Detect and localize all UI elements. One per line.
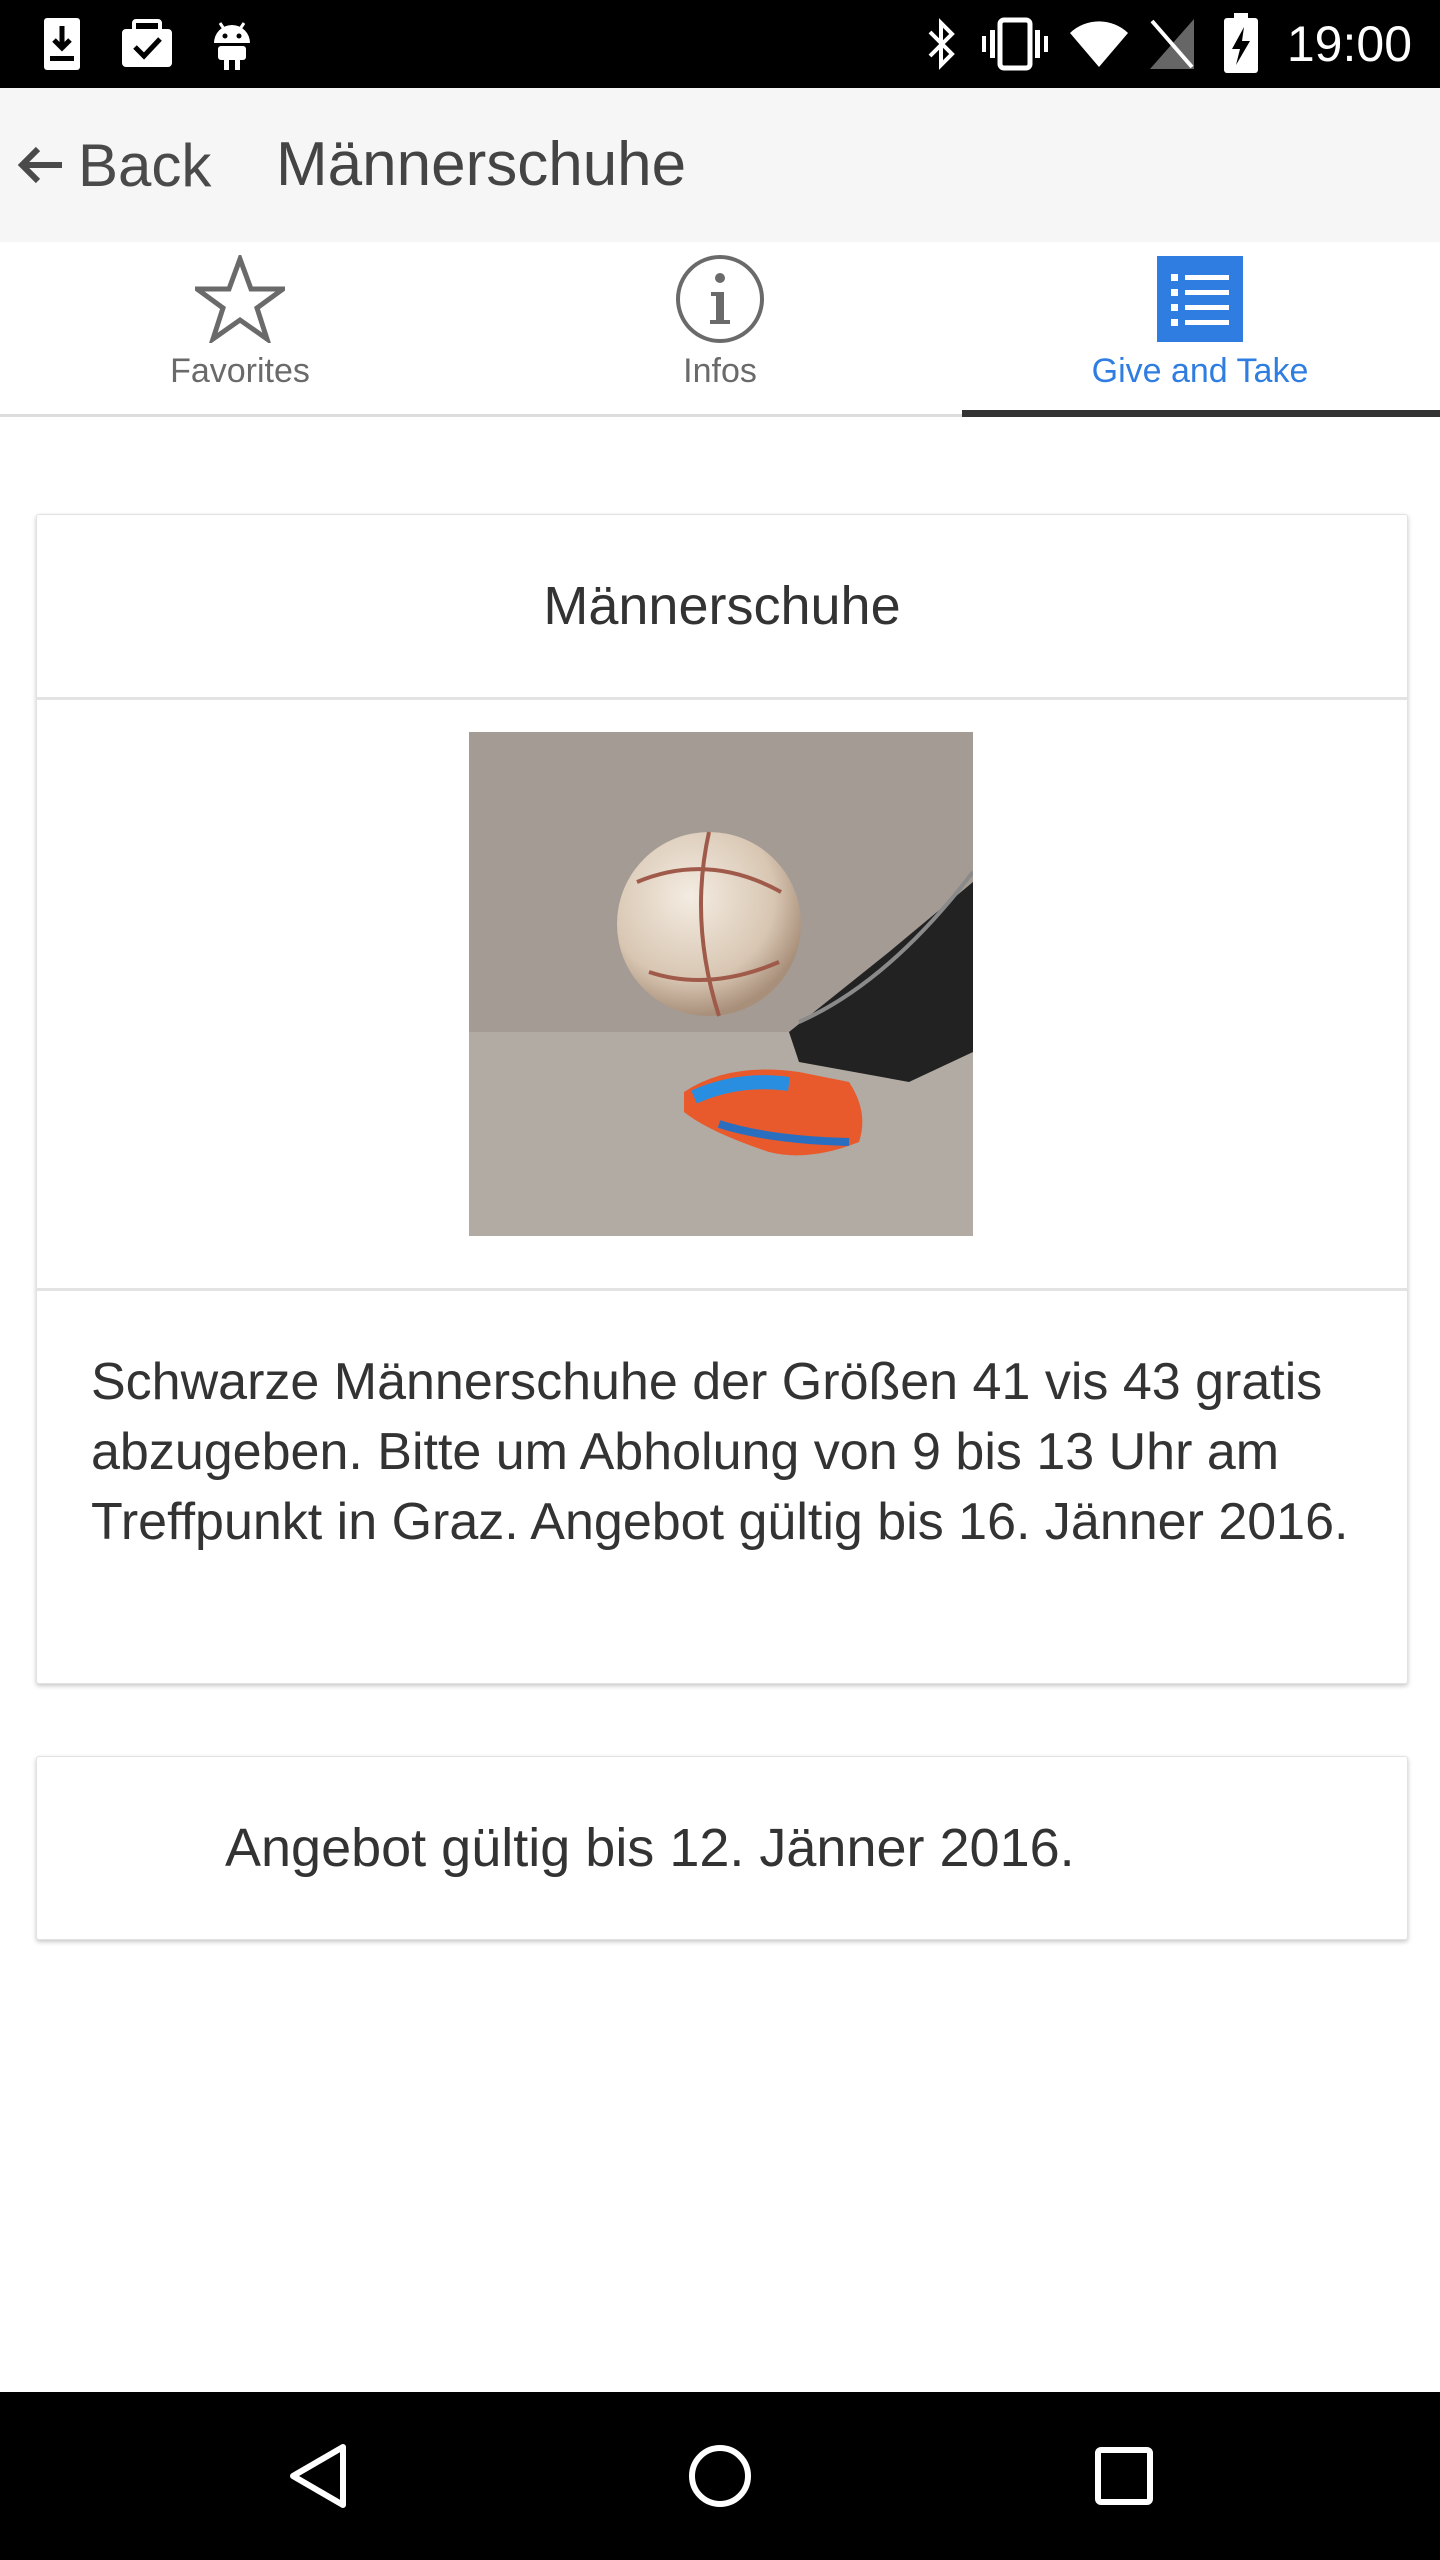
product-image	[469, 732, 973, 1236]
vibrate-icon	[982, 0, 1048, 88]
offer-title: Männerschuhe	[37, 515, 1407, 700]
back-button[interactable]: Back	[18, 88, 211, 242]
active-tab-indicator	[962, 410, 1440, 417]
offer-image-section	[37, 700, 1407, 1291]
status-bar: 19:00	[0, 0, 1440, 88]
validity-text: Angebot gültig bis 12. Jänner 2016.	[225, 1818, 1075, 1878]
recents-nav-icon[interactable]	[1044, 2392, 1204, 2560]
home-nav-icon[interactable]	[640, 2392, 800, 2560]
validity-card: Angebot gültig bis 12. Jänner 2016.	[36, 1756, 1408, 1940]
page-title: Männerschuhe	[276, 130, 687, 199]
tab-favorites[interactable]: Favorites	[0, 242, 480, 414]
navigation-bar	[0, 2392, 1440, 2560]
arrow-left-icon	[18, 145, 64, 185]
list-icon	[1155, 254, 1245, 344]
briefcase-check-icon	[120, 0, 174, 88]
tab-label-favorites: Favorites	[170, 352, 310, 390]
tab-infos[interactable]: Infos	[480, 242, 960, 414]
no-sim-icon	[1148, 0, 1196, 88]
android-icon	[210, 0, 254, 88]
battery-charging-icon	[1222, 0, 1260, 88]
status-time: 19:00	[1286, 16, 1412, 72]
back-nav-icon[interactable]	[238, 2392, 398, 2560]
download-icon	[42, 0, 82, 88]
offer-description: Schwarze Männerschuhe der Größen 41 vis …	[91, 1353, 1349, 1551]
tab-bar: Favorites Infos Give and Take	[0, 242, 1440, 417]
bluetooth-icon	[924, 0, 960, 88]
info-icon	[675, 254, 765, 344]
app-header: Back Männerschuhe	[0, 88, 1440, 242]
tab-label-give-and-take: Give and Take	[1091, 352, 1309, 390]
star-icon	[195, 254, 285, 344]
tab-label-infos: Infos	[683, 352, 757, 390]
offer-card: Männerschuhe Schwarze Männerschuhe der G…	[36, 514, 1408, 1684]
back-label: Back	[78, 131, 212, 199]
tab-give-and-take[interactable]: Give and Take	[960, 242, 1440, 417]
wifi-icon	[1068, 0, 1130, 88]
